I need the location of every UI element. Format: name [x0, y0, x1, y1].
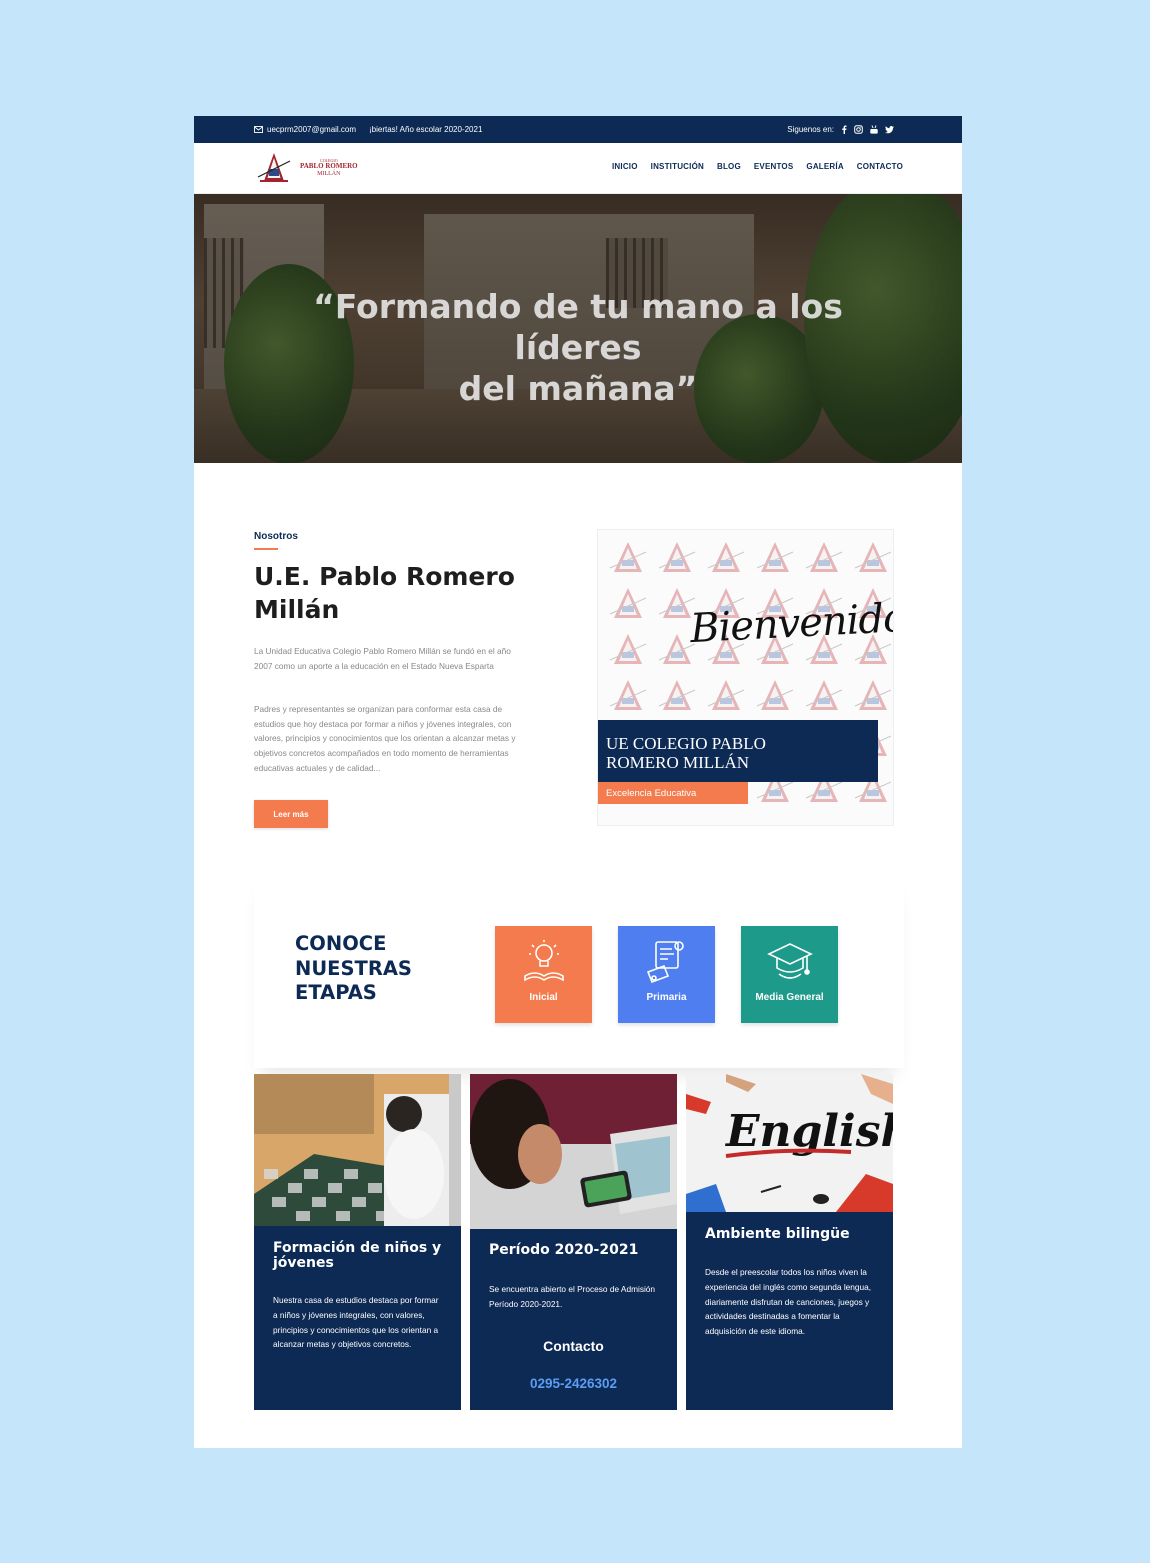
hero-quote-line-1: “Formando de tu mano a los — [313, 287, 843, 326]
chess-square — [328, 1183, 342, 1193]
card-text: Nuestra casa de estudios destaca por for… — [273, 1295, 439, 1350]
stage-label: Inicial — [529, 992, 558, 1003]
twitter-icon[interactable] — [885, 125, 894, 134]
chess-square — [368, 1183, 382, 1193]
chess-square — [272, 1197, 286, 1207]
chess-square — [296, 1211, 310, 1221]
chess-square — [336, 1211, 350, 1221]
crest-pattern-tile — [609, 541, 647, 573]
crest-pattern-tile — [756, 541, 794, 573]
stage-card-inicial[interactable]: Inicial — [495, 926, 592, 1023]
nav-item-galeria[interactable]: GALERÍA — [806, 162, 843, 171]
contact-phone[interactable]: 0295-2426302 — [470, 1376, 677, 1391]
crest-pattern-tile — [609, 633, 647, 665]
stages-title: CONOCE NUESTRAS ETAPAS — [295, 932, 412, 1006]
about-paragraph-2: Padres y representantes se organizan par… — [254, 704, 516, 773]
email-text: uecprm2007@gmail.com — [267, 125, 357, 134]
stage-label: Primaria — [646, 992, 687, 1003]
school-name: UE COLEGIO PABLO ROMERO MILLÁN — [606, 734, 766, 772]
email-link[interactable]: uecprm2007@gmail.com — [254, 125, 356, 134]
website-page: uecprm2007@gmail.com ¡biertas! Año escol… — [194, 116, 962, 1448]
diploma-icon — [646, 941, 684, 984]
feature-card-periodo: Período 2020-2021 Se encuentra abierto e… — [470, 1074, 677, 1410]
facebook-icon[interactable] — [841, 125, 847, 134]
chess-square — [304, 1169, 318, 1179]
crest-pattern-tile — [805, 679, 843, 711]
social-links: Siguenos en: — [787, 125, 894, 134]
feature-card-formacion: Formación de niños y jóvenes Nuestra cas… — [254, 1074, 461, 1410]
crest-pattern-tile — [707, 541, 745, 573]
contact-heading: Contacto — [543, 1338, 604, 1354]
hero-quote-line-2: líderes — [514, 328, 642, 367]
crest-pattern-tile — [609, 679, 647, 711]
nav-item-eventos[interactable]: EVENTOS — [754, 162, 794, 171]
crest-pattern-tile — [658, 679, 696, 711]
crest-icon — [257, 153, 291, 182]
school-logo[interactable]: COLEGIO PABLO ROMERO MILLÁN — [254, 151, 358, 185]
chess-square — [352, 1197, 366, 1207]
about-label: Nosotros — [254, 531, 298, 542]
youtube-icon[interactable] — [870, 125, 878, 134]
crest-pattern-tile — [658, 633, 696, 665]
chess-square — [344, 1169, 358, 1179]
feature-card-bilingue: English Ambiente bilingüe Desde el prees… — [686, 1074, 893, 1410]
hero-banner: “Formando de tu mano a los líderes del m… — [194, 194, 962, 463]
card-text: Se encuentra abierto el Proceso de Admis… — [489, 1284, 656, 1309]
nav-item-institucion[interactable]: INSTITUCIÓN — [651, 162, 704, 171]
logo-line-2: PABLO ROMERO — [300, 162, 358, 171]
hero-quote-line-3: del mañana” — [458, 369, 698, 408]
stage-label: Media General — [755, 992, 824, 1003]
nav-menu: INICIO INSTITUCIÓN BLOG EVENTOS GALERÍA … — [612, 162, 903, 171]
nav-item-contacto[interactable]: CONTACTO — [857, 162, 903, 171]
crest-pattern-tile — [854, 679, 892, 711]
welcome-image: Bienvenidos UE COLEGIO PABLO ROMERO MILL… — [597, 529, 894, 826]
card-title: Período 2020-2021 — [489, 1242, 639, 1258]
mail-icon — [254, 126, 263, 133]
english-photo: English — [686, 1074, 893, 1212]
nav-item-blog[interactable]: BLOG — [717, 162, 741, 171]
instagram-icon[interactable] — [854, 125, 863, 134]
stage-card-primaria[interactable]: Primaria — [618, 926, 715, 1023]
card-title: Ambiente bilingüe — [705, 1226, 850, 1242]
logo-line-3: MILLÁN — [317, 170, 341, 177]
stages-title-line-3: ETAPAS — [295, 981, 377, 1004]
chess-photo — [254, 1074, 461, 1226]
crest-pattern-tile — [854, 541, 892, 573]
main-navbar: COLEGIO PABLO ROMERO MILLÁN INICIO INSTI… — [194, 143, 962, 194]
tagline-box: Excelencia Educativa — [598, 782, 748, 804]
about-accent-bar — [254, 548, 278, 550]
logo-text: COLEGIO PABLO ROMERO MILLÁN — [300, 158, 358, 177]
chess-square — [288, 1183, 302, 1193]
stage-card-media-general[interactable]: Media General — [741, 926, 838, 1023]
chess-square — [312, 1197, 326, 1207]
read-more-button[interactable]: Leer más — [254, 800, 328, 828]
lightbulb-book-icon — [523, 940, 564, 982]
crest-pattern-tile — [707, 679, 745, 711]
graduation-cap-icon — [766, 943, 813, 979]
student-phone-photo — [470, 1074, 677, 1229]
card-title: Formación de niños y jóvenes — [273, 1240, 442, 1271]
chess-square — [264, 1169, 278, 1179]
stages-title-line-2: NUESTRAS — [295, 956, 412, 980]
about-title: U.E. Pablo Romero Millán — [254, 562, 515, 624]
stages-section: CONOCE NUESTRAS ETAPAS Inicial Primaria — [254, 876, 904, 1068]
announcement-ticker: ¡biertas! Año escolar 2020-2021 — [369, 125, 483, 134]
stages-title-line-1: CONOCE — [295, 932, 387, 955]
crest-pattern-tile — [756, 679, 794, 711]
nav-item-inicio[interactable]: INICIO — [612, 162, 638, 171]
top-bar: uecprm2007@gmail.com ¡biertas! Año escol… — [194, 116, 962, 143]
school-name-box: UE COLEGIO PABLO ROMERO MILLÁN — [598, 720, 878, 782]
crest-pattern-tile — [658, 541, 696, 573]
crest-pattern-tile — [609, 587, 647, 619]
follow-label: Siguenos en: — [787, 125, 834, 134]
card-text: Desde el preescolar todos los niños vive… — [705, 1267, 872, 1337]
about-paragraph-1: La Unidad Educativa Colegio Pablo Romero… — [254, 646, 511, 671]
hero-quote: “Formando de tu mano a los líderes del m… — [194, 286, 962, 409]
crest-pattern-tile — [805, 541, 843, 573]
